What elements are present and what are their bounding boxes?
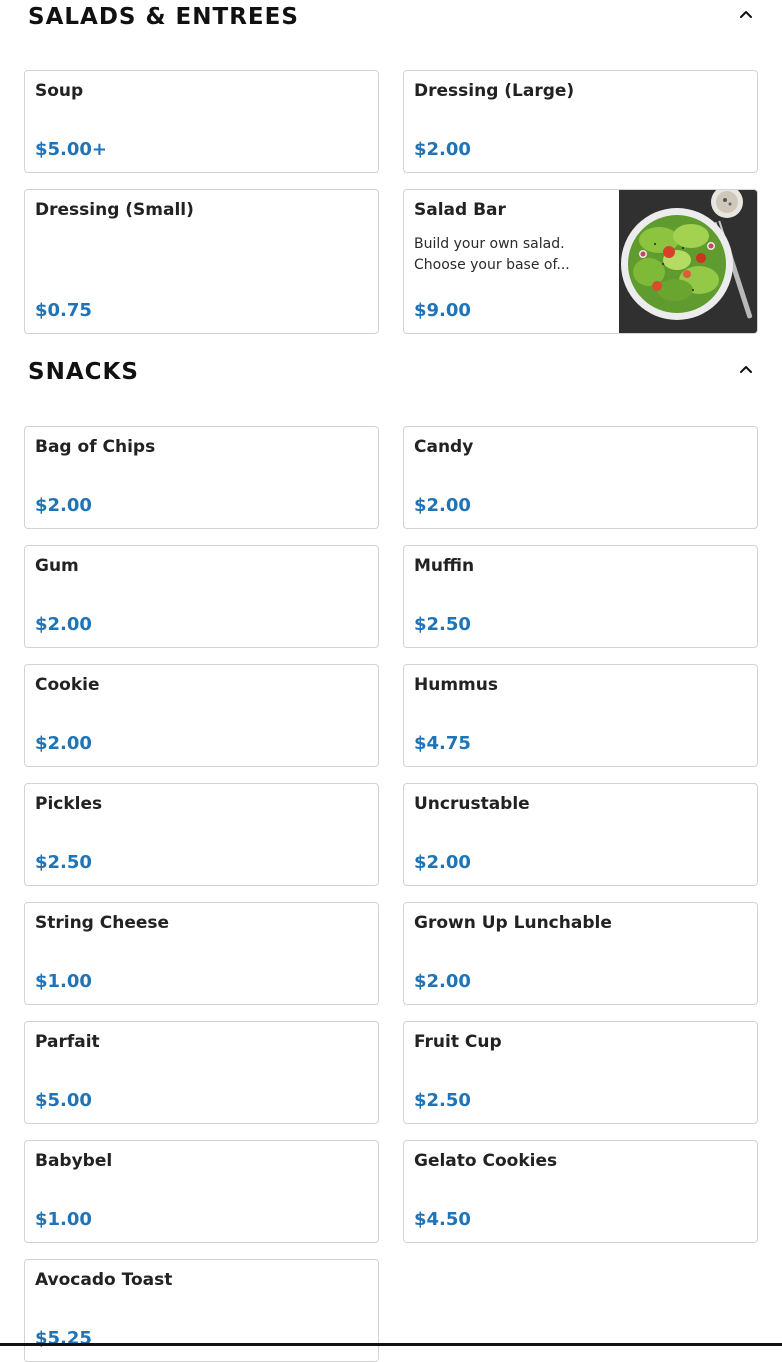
menu-item-card[interactable]: Gum $2.00 — [24, 545, 379, 648]
menu-item-card[interactable]: Avocado Toast $5.25 — [24, 1259, 379, 1362]
menu-item-card[interactable]: Soup $5.00+ — [24, 70, 379, 173]
item-name: Pickles — [35, 794, 103, 814]
item-price: $2.00 — [35, 614, 92, 635]
item-name: Candy — [414, 437, 474, 457]
item-name: Babybel — [35, 1151, 113, 1171]
collapse-button[interactable] — [734, 357, 758, 381]
menu-item-card[interactable]: Salad Bar Build your own salad. Choose y… — [403, 189, 758, 334]
item-name: Gum — [35, 556, 79, 576]
menu-item-card[interactable]: Dressing (Small) $0.75 — [24, 189, 379, 334]
menu-item-card[interactable]: Hummus $4.75 — [403, 664, 758, 767]
item-price: $2.00 — [414, 139, 471, 160]
menu-item-card[interactable]: Cookie $2.00 — [24, 664, 379, 767]
item-price: $1.00 — [35, 1209, 92, 1230]
item-price: $0.75 — [35, 300, 92, 321]
menu-grid: Bag of Chips $2.00 Candy $2.00 Gum $2.00… — [24, 426, 758, 1362]
menu-item-card[interactable]: Gelato Cookies $4.50 — [403, 1140, 758, 1243]
menu-item-card[interactable]: Dressing (Large) $2.00 — [403, 70, 758, 173]
menu-item-card[interactable]: Muffin $2.50 — [403, 545, 758, 648]
item-name: Gelato Cookies — [414, 1151, 558, 1171]
item-name: String Cheese — [35, 913, 170, 933]
item-price: $2.50 — [414, 614, 471, 635]
chevron-up-icon — [740, 11, 752, 18]
menu-item-card[interactable]: Uncrustable $2.00 — [403, 783, 758, 886]
salad-bowl-image — [619, 190, 757, 333]
collapse-button[interactable] — [734, 2, 758, 26]
chevron-up-icon — [740, 366, 752, 373]
item-name: Fruit Cup — [414, 1032, 502, 1052]
item-name: Hummus — [414, 675, 498, 695]
item-price: $2.00 — [35, 733, 92, 754]
menu-item-card[interactable]: Candy $2.00 — [403, 426, 758, 529]
menu-grid: Soup $5.00+ Dressing (Large) $2.00 Dress… — [24, 70, 758, 334]
item-price: $2.50 — [35, 852, 92, 873]
item-price: $2.00 — [414, 971, 471, 992]
section-snacks: SNACKS Bag of Chips $2.00 Candy $2.00 Gu… — [0, 355, 782, 1362]
menu-item-card[interactable]: Bag of Chips $2.00 — [24, 426, 379, 529]
menu-item-card[interactable]: Fruit Cup $2.50 — [403, 1021, 758, 1124]
item-name: Dressing (Small) — [35, 200, 194, 220]
item-name: Dressing (Large) — [414, 81, 575, 101]
item-name: Grown Up Lunchable — [414, 913, 612, 933]
item-name: Uncrustable — [414, 794, 530, 814]
section-header: SALADS & ENTREES — [24, 0, 758, 70]
item-name: Avocado Toast — [35, 1270, 173, 1290]
item-price: $2.00 — [414, 495, 471, 516]
item-price: $1.00 — [35, 971, 92, 992]
menu-item-card[interactable]: Parfait $5.00 — [24, 1021, 379, 1124]
menu-item-card[interactable]: Babybel $1.00 — [24, 1140, 379, 1243]
item-price: $2.00 — [35, 495, 92, 516]
item-name: Muffin — [414, 556, 475, 576]
menu-item-card[interactable]: String Cheese $1.00 — [24, 902, 379, 1005]
item-price: $4.75 — [414, 733, 471, 754]
item-name: Soup — [35, 81, 84, 101]
section-title: SALADS & ENTREES — [28, 4, 299, 30]
item-name: Salad Bar — [414, 200, 506, 220]
section-salads-entrees: SALADS & ENTREES Soup $5.00+ Dressing (L… — [0, 0, 782, 334]
item-price: $2.50 — [414, 1090, 471, 1111]
item-name: Cookie — [35, 675, 100, 695]
item-price: $5.00 — [35, 1090, 92, 1111]
section-header: SNACKS — [24, 355, 758, 426]
item-name: Bag of Chips — [35, 437, 156, 457]
section-title: SNACKS — [28, 359, 139, 385]
menu-item-card[interactable]: Grown Up Lunchable $2.00 — [403, 902, 758, 1005]
item-price: $9.00 — [414, 300, 471, 321]
item-description: Build your own salad. Choose your base o… — [414, 236, 570, 273]
menu-item-card[interactable]: Pickles $2.50 — [24, 783, 379, 886]
item-price: $4.50 — [414, 1209, 471, 1230]
item-price: $5.00+ — [35, 139, 108, 160]
item-price: $2.00 — [414, 852, 471, 873]
item-name: Parfait — [35, 1032, 100, 1052]
